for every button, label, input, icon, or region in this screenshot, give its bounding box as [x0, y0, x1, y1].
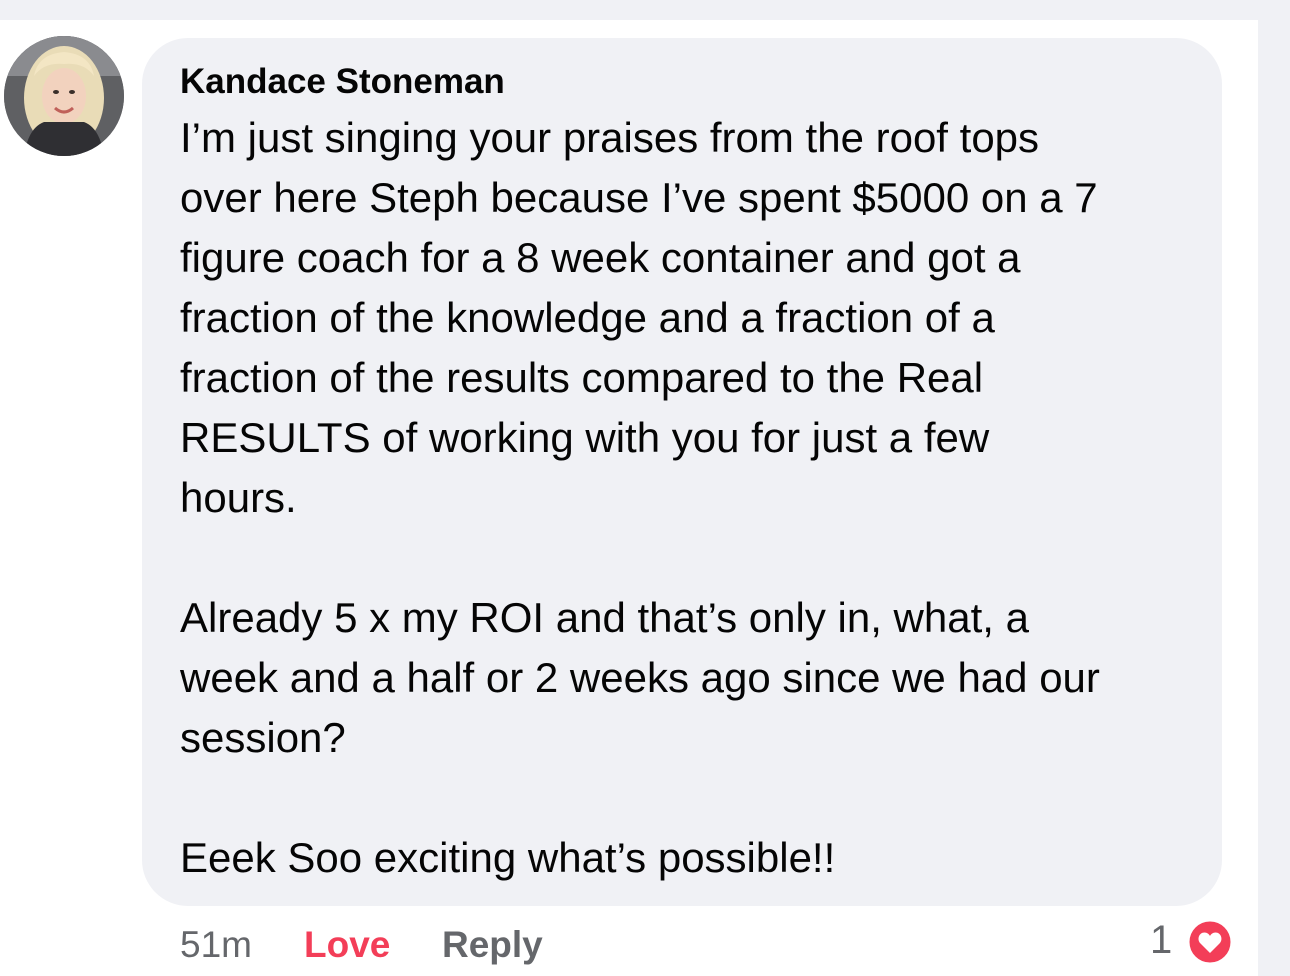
comment-text-line: session?	[180, 714, 346, 761]
comment-text-line: RESULTS of working with you for just a f…	[180, 414, 990, 461]
comment-text-line: Already 5 x my ROI and that’s only in, w…	[180, 594, 1029, 641]
comment-paragraph: Eeek Soo exciting what’s possible!!	[180, 828, 835, 888]
comment-paragraph: Already 5 x my ROI and that’s only in, w…	[180, 588, 1100, 768]
comment-text-line: week and a half or 2 weeks ago since we …	[180, 654, 1100, 701]
top-divider	[0, 0, 1290, 20]
heart-icon[interactable]	[1186, 918, 1234, 966]
comment-text-line: fraction of the knowledge and a fraction…	[180, 294, 995, 341]
comment-author-name[interactable]: Kandace Stoneman	[180, 62, 505, 102]
comment-text-line: over here Steph because I’ve spent $5000…	[180, 174, 1098, 221]
comment-text-line: hours.	[180, 474, 297, 521]
avatar[interactable]	[4, 36, 124, 156]
comment-text-line: figure coach for a 8 week container and …	[180, 234, 1021, 281]
comment-text-line: Eeek Soo exciting what’s possible!!	[180, 834, 836, 881]
reaction-count[interactable]: 1	[1150, 918, 1172, 963]
comment-text-line: fraction of the results compared to the …	[180, 354, 984, 401]
scrollbar-track[interactable]	[1258, 0, 1290, 976]
comment-paragraph: I’m just singing your praises from the r…	[180, 108, 1098, 528]
reply-button[interactable]: Reply	[442, 922, 543, 968]
love-reaction-button[interactable]: Love	[304, 922, 390, 968]
comment-timestamp[interactable]: 51m	[180, 922, 252, 968]
comment-text-line: I’m just singing your praises from the r…	[180, 114, 1040, 161]
